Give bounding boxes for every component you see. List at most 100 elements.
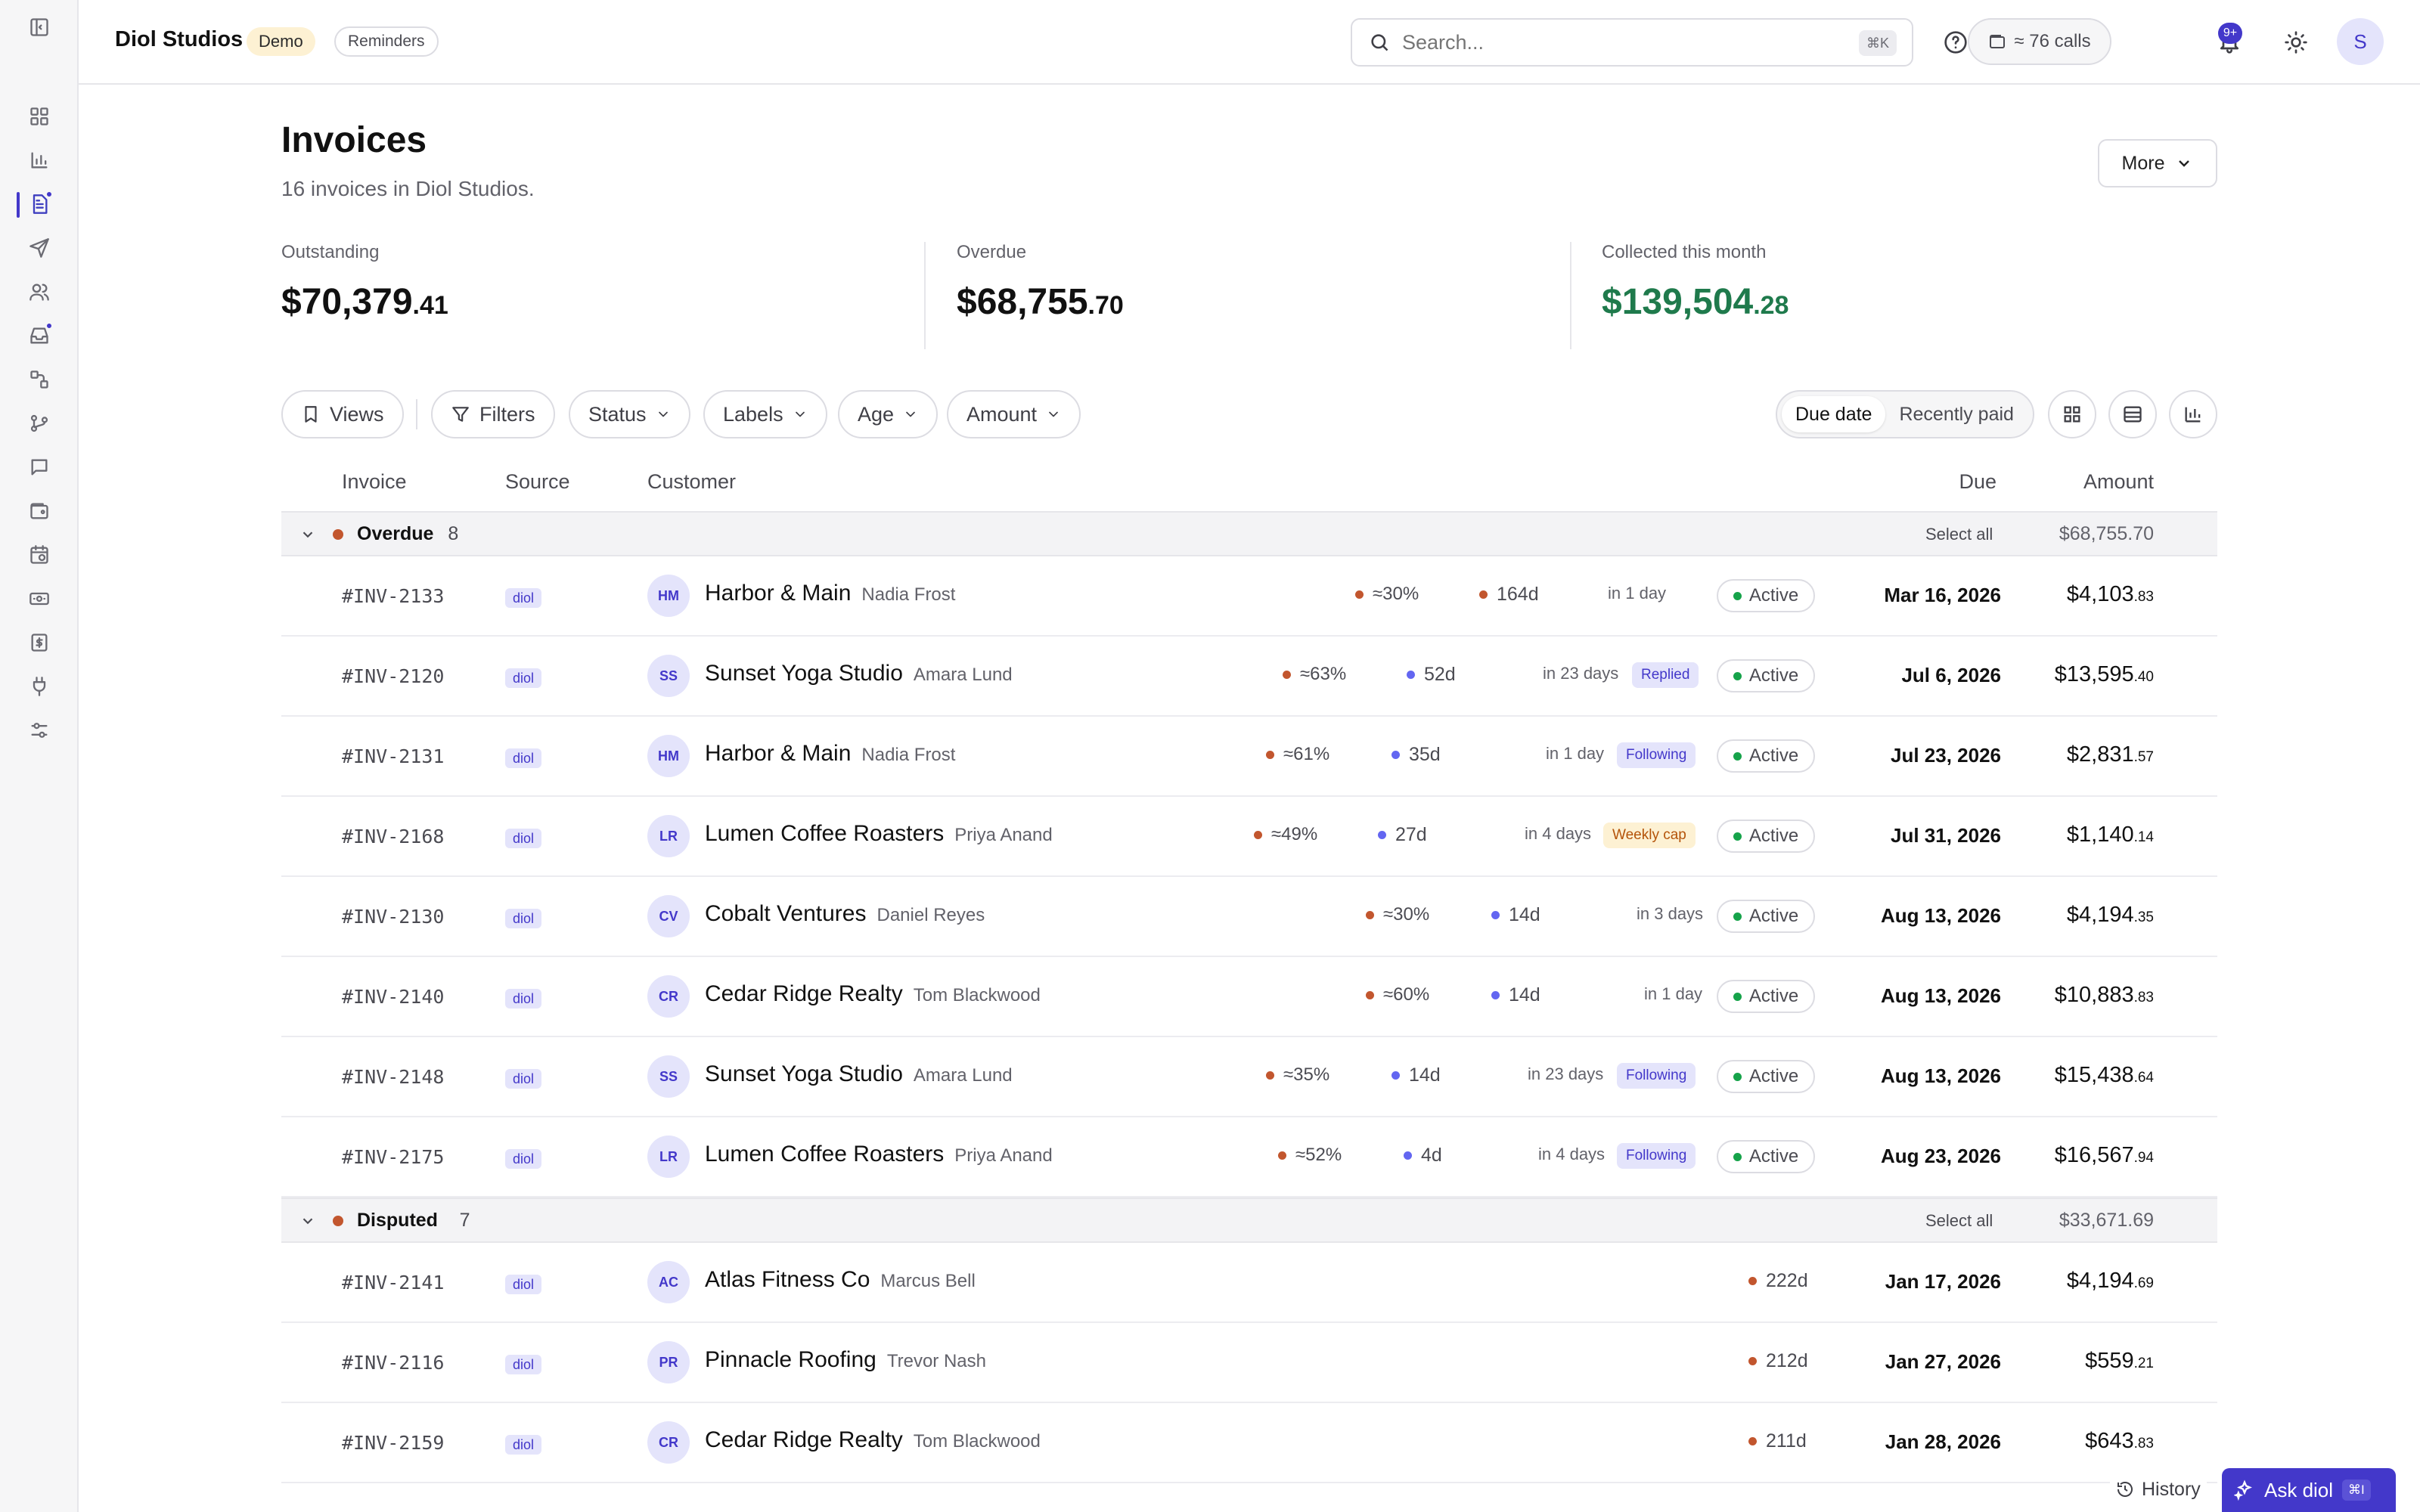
table-row[interactable]: #INV-2131 diol HM Harbor & Main Nadia Frost ≈… xyxy=(281,717,2217,797)
table-row[interactable]: #INV-2130 diol CV Cobalt Ventures Daniel Rey… xyxy=(281,877,2217,957)
customer-name[interactable]: Harbor & Main Nadia Frost xyxy=(705,581,955,606)
calendar-clock-icon[interactable] xyxy=(27,543,51,567)
send-icon[interactable] xyxy=(27,236,51,260)
status-badge[interactable]: Active xyxy=(1717,980,1815,1013)
column-header-invoice[interactable]: Invoice xyxy=(342,470,407,494)
status-badge[interactable]: Active xyxy=(1717,1140,1815,1173)
table-row[interactable]: #INV-2120 diol SS Sunset Yoga Studio Amara L… xyxy=(281,637,2217,717)
sidebar-toggle-icon[interactable] xyxy=(27,15,51,39)
customer-name[interactable]: Lumen Coffee Roasters Priya Anand xyxy=(705,821,1053,847)
chevron-down-icon[interactable] xyxy=(299,1213,316,1229)
search-box[interactable]: ⌘K xyxy=(1351,18,1913,67)
source-badge: diol xyxy=(505,588,542,608)
column-header-due[interactable]: Due xyxy=(1891,470,1996,494)
table-row[interactable]: #INV-2133 diol HM Harbor & Main Nadia Frost ≈… xyxy=(281,556,2217,637)
sparkles-icon xyxy=(2234,1479,2252,1501)
calls-balance[interactable]: ≈ 76 calls xyxy=(1968,18,2111,65)
receipt-icon[interactable] xyxy=(27,631,51,655)
chart-view-button[interactable] xyxy=(2169,390,2217,438)
status-badge[interactable]: Active xyxy=(1717,1060,1815,1093)
status-filter-dropdown[interactable]: Status xyxy=(569,390,690,438)
grid-view-button[interactable] xyxy=(2048,390,2096,438)
status-badge[interactable]: Active xyxy=(1717,579,1815,612)
invoice-number[interactable]: #INV-2116 xyxy=(342,1352,444,1374)
invoice-number[interactable]: #INV-2159 xyxy=(342,1432,444,1454)
select-all-link[interactable]: Select all xyxy=(1925,1211,1993,1231)
workspace-name[interactable]: Diol Studios xyxy=(115,27,243,52)
status-badge[interactable]: Active xyxy=(1717,659,1815,692)
invoice-number[interactable]: #INV-2140 xyxy=(342,986,444,1008)
chevron-down-icon[interactable] xyxy=(299,526,316,543)
invoice-number[interactable]: #INV-2148 xyxy=(342,1066,444,1088)
user-avatar[interactable]: S xyxy=(2337,18,2384,65)
age-filter-dropdown[interactable]: Age xyxy=(838,390,939,438)
ask-diol-button[interactable]: Ask diol ⌘I xyxy=(2222,1468,2396,1512)
group-total: $68,755.70 xyxy=(2059,523,2154,544)
status-badge[interactable]: Active xyxy=(1717,820,1815,853)
customer-name[interactable]: Sunset Yoga Studio Amara Lund xyxy=(705,1061,1013,1087)
table-row[interactable]: #INV-2175 diol LR Lumen Coffee Roasters Priy… xyxy=(281,1117,2217,1198)
table-row[interactable]: #INV-2168 diol LR Lumen Coffee Roasters Priy… xyxy=(281,797,2217,877)
table-row[interactable]: #INV-2148 diol SS Sunset Yoga Studio Amara L… xyxy=(281,1037,2217,1117)
column-header-customer[interactable]: Customer xyxy=(647,470,736,494)
invoice-number[interactable]: #INV-2175 xyxy=(342,1146,444,1168)
amount-filter-dropdown[interactable]: Amount xyxy=(947,390,1081,438)
help-icon[interactable] xyxy=(1941,27,1971,57)
customers-icon[interactable] xyxy=(27,280,51,304)
history-button[interactable]: History xyxy=(2110,1471,2207,1507)
wallet-icon[interactable] xyxy=(27,499,51,523)
more-menu-button[interactable]: More xyxy=(2098,139,2217,187)
filters-button[interactable]: Filters xyxy=(431,390,555,438)
table-view-button[interactable] xyxy=(2108,390,2157,438)
payments-icon[interactable] xyxy=(27,587,51,611)
next-reminder: in 23 days xyxy=(1528,1064,1604,1083)
invoice-number[interactable]: #INV-2131 xyxy=(342,745,444,767)
table-row[interactable]: #INV-2116 diol PR Pinnacle Roofing Trevor Na… xyxy=(281,1323,2217,1403)
customer-name[interactable]: Lumen Coffee Roasters Priya Anand xyxy=(705,1142,1053,1167)
invoices-icon[interactable] xyxy=(27,191,53,216)
customer-name[interactable]: Cobalt Ventures Daniel Reyes xyxy=(705,901,985,927)
status-badge[interactable]: Active xyxy=(1717,739,1815,773)
group-header-overdue[interactable]: Overdue 8 Select all $68,755.70 xyxy=(281,511,2217,556)
contact-name: Tom Blackwood xyxy=(913,1431,1041,1452)
filters-label: Filters xyxy=(479,402,535,426)
search-input[interactable] xyxy=(1402,30,1795,54)
invoice-number[interactable]: #INV-2120 xyxy=(342,665,444,687)
sort-due-date-option[interactable]: Due date xyxy=(1782,396,1886,432)
next-reminder: in 23 days xyxy=(1543,664,1619,683)
messages-icon[interactable] xyxy=(27,455,51,479)
reminder-tag: Weekly cap xyxy=(1603,823,1696,848)
reports-icon[interactable] xyxy=(27,148,51,172)
group-header-disputed[interactable]: Disputed 7 Select all $33,671.69 xyxy=(281,1198,2217,1243)
customer-name[interactable]: Pinnacle Roofing Trevor Nash xyxy=(705,1347,986,1373)
table-row[interactable]: #INV-2140 diol CR Cedar Ridge Realty Tom Bla… xyxy=(281,957,2217,1037)
integrations-plug-icon[interactable] xyxy=(27,674,51,699)
labels-filter-dropdown[interactable]: Labels xyxy=(703,390,827,438)
customer-name[interactable]: Cedar Ridge Realty Tom Blackwood xyxy=(705,1427,1041,1453)
settings-sliders-icon[interactable] xyxy=(27,718,51,742)
invoice-number[interactable]: #INV-2133 xyxy=(342,585,444,607)
customer-name[interactable]: Atlas Fitness Co Marcus Bell xyxy=(705,1267,976,1293)
sidebar-active-indicator xyxy=(17,192,20,218)
inbox-icon[interactable] xyxy=(27,322,53,348)
invoice-number[interactable]: #INV-2168 xyxy=(342,826,444,847)
theme-toggle-sun-icon[interactable] xyxy=(2281,27,2311,57)
table-row[interactable]: #INV-2159 diol CR Cedar Ridge Realty Tom Bla… xyxy=(281,1403,2217,1483)
table-row[interactable]: #INV-2141 diol AC Atlas Fitness Co Marcus Be… xyxy=(281,1243,2217,1323)
customer-name[interactable]: Sunset Yoga Studio Amara Lund xyxy=(705,661,1013,686)
branch-icon[interactable] xyxy=(27,411,51,435)
workflows-icon[interactable] xyxy=(27,367,51,392)
reminders-badge[interactable]: Reminders xyxy=(334,26,439,57)
dashboard-icon[interactable] xyxy=(27,104,51,129)
column-header-amount[interactable]: Amount xyxy=(2042,470,2154,494)
invoice-number[interactable]: #INV-2141 xyxy=(342,1272,444,1294)
invoice-number[interactable]: #INV-2130 xyxy=(342,906,444,928)
customer-name[interactable]: Cedar Ridge Realty Tom Blackwood xyxy=(705,981,1041,1007)
customer-name[interactable]: Harbor & Main Nadia Frost xyxy=(705,741,955,767)
status-badge[interactable]: Active xyxy=(1717,900,1815,933)
views-button[interactable]: Views xyxy=(281,390,404,438)
invoice-amount: $2,831.57 xyxy=(2066,742,2154,767)
select-all-link[interactable]: Select all xyxy=(1925,525,1993,544)
sort-recently-paid-option[interactable]: Recently paid xyxy=(1885,396,2027,432)
column-header-source[interactable]: Source xyxy=(505,470,570,494)
